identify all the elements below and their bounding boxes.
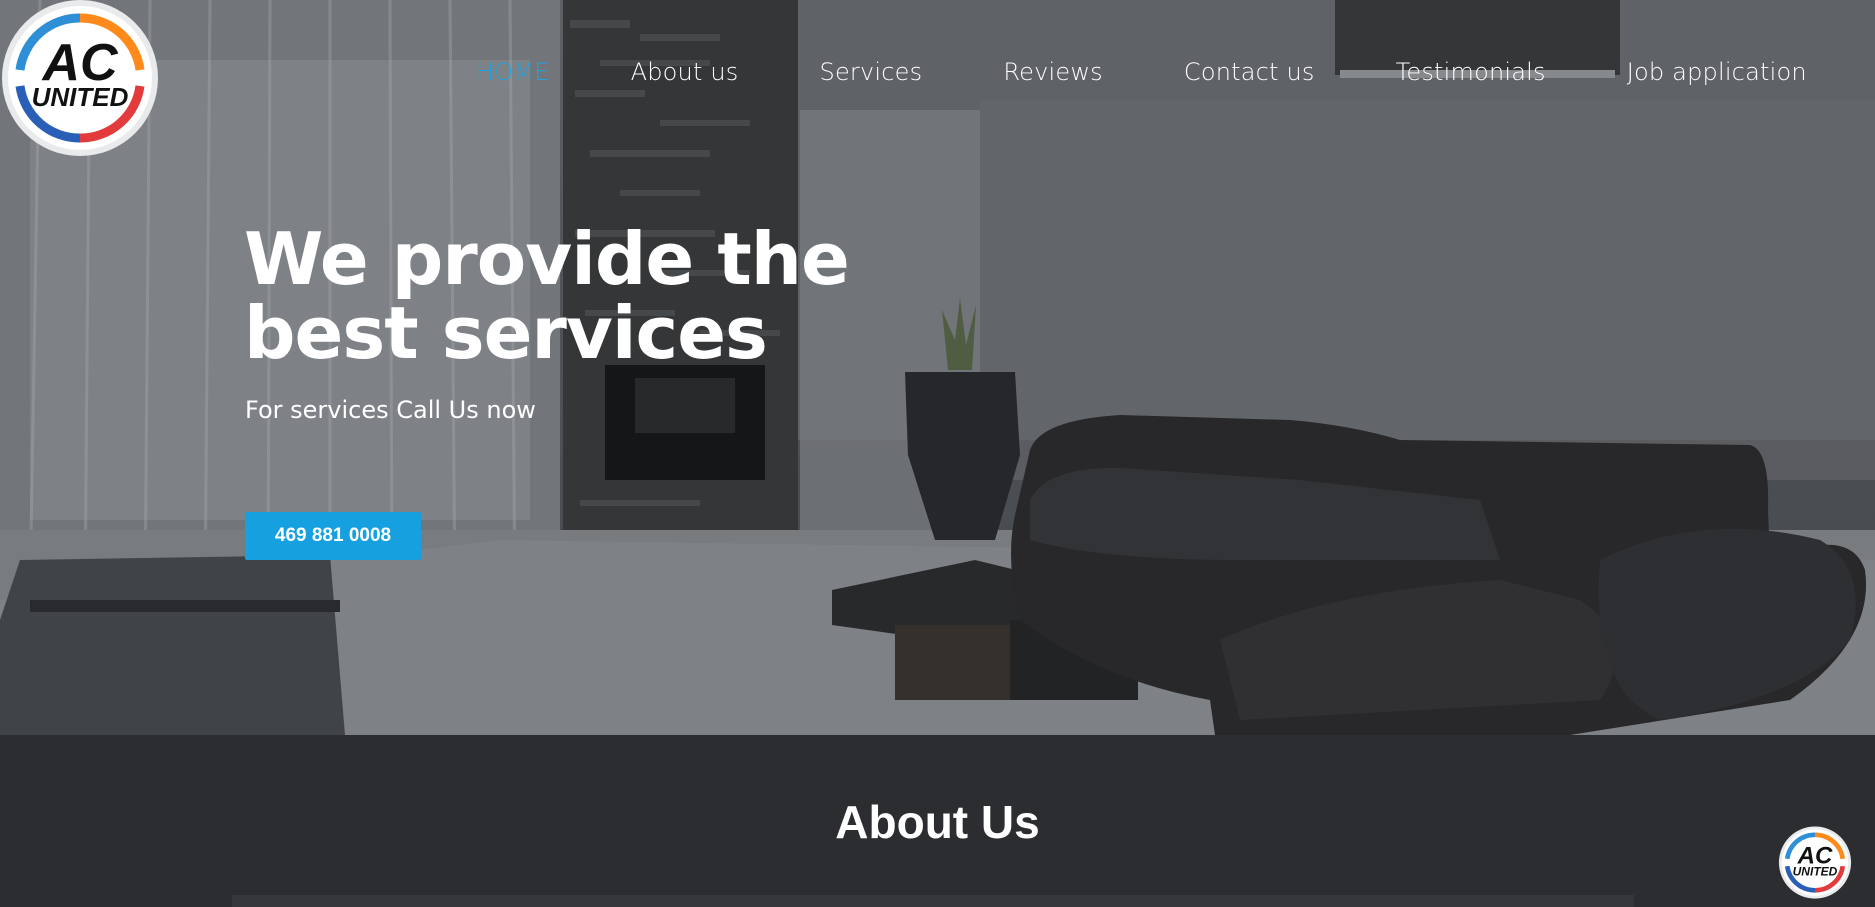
hero-title-line1: We provide the	[244, 217, 850, 301]
badge-text-united: UNITED	[1793, 864, 1838, 878]
floating-logo-badge[interactable]: AC UNITED	[1778, 826, 1852, 900]
nav-home[interactable]: HOME	[476, 58, 550, 86]
about-content-card	[232, 895, 1634, 907]
nav-testimonials[interactable]: Testimonials	[1396, 58, 1546, 86]
nav-reviews[interactable]: Reviews	[1003, 58, 1103, 86]
call-phone-button[interactable]: 469 881 0008	[245, 512, 421, 560]
nav-about-us[interactable]: About us	[631, 58, 739, 86]
main-nav: HOME About us Services Reviews Contact u…	[476, 58, 1807, 86]
nav-contact-us[interactable]: Contact us	[1184, 58, 1315, 86]
hero-subtitle: For services Call Us now	[245, 396, 536, 424]
nav-job-application[interactable]: Job application	[1627, 58, 1807, 86]
hero-title: We provide the best services	[244, 222, 850, 370]
logo-text-united: UNITED	[32, 82, 129, 112]
about-title: About Us	[835, 796, 1040, 848]
hero-title-line2: best services	[244, 291, 768, 375]
nav-services[interactable]: Services	[820, 58, 923, 86]
site-logo[interactable]: AC UNITED	[0, 0, 160, 158]
